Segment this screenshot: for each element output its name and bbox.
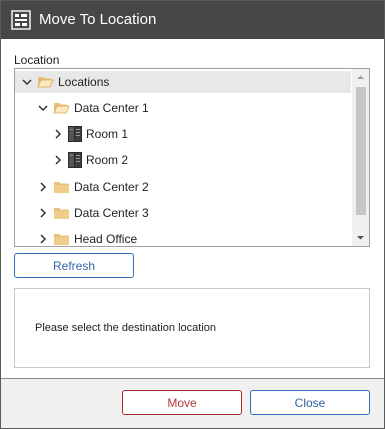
tree-item-head-office[interactable]: Head Office xyxy=(15,228,351,246)
message-panel: Please select the destination location xyxy=(14,288,370,368)
close-button[interactable]: Close xyxy=(250,390,370,415)
folder-icon xyxy=(54,234,69,245)
tree-item-label: Locations xyxy=(58,75,110,89)
chevron-right-icon[interactable] xyxy=(36,206,50,220)
scroll-down-arrow-icon[interactable] xyxy=(352,229,369,246)
title-bar: Move To Location xyxy=(1,1,384,39)
chevron-right-icon[interactable] xyxy=(51,153,65,167)
tree-item-label: Head Office xyxy=(74,232,138,246)
status-message: Please select the destination location xyxy=(35,322,217,334)
server-rack-icon xyxy=(68,152,82,168)
tree-item-room-2[interactable]: Room 2 xyxy=(15,149,351,171)
refresh-button[interactable]: Refresh xyxy=(14,253,134,278)
folder-open-icon xyxy=(53,103,70,114)
move-location-icon xyxy=(11,10,31,30)
chevron-right-icon[interactable] xyxy=(36,180,50,194)
dialog-footer: Move Close xyxy=(1,378,384,428)
tree-item-label: Data Center 3 xyxy=(74,206,149,220)
folder-open-icon xyxy=(37,77,54,88)
chevron-down-icon[interactable] xyxy=(36,101,50,115)
folder-icon xyxy=(54,208,69,219)
tree-item-label: Room 2 xyxy=(86,153,129,167)
chevron-right-icon[interactable] xyxy=(36,232,50,246)
tree-item-locations[interactable]: Locations xyxy=(15,71,351,93)
move-button[interactable]: Move xyxy=(122,390,242,415)
chevron-right-icon[interactable] xyxy=(51,127,65,141)
tree-item-label: Room 1 xyxy=(86,127,129,141)
folder-icon xyxy=(54,182,69,193)
move-to-location-dialog: Move To Location Location Locations Data xyxy=(0,0,385,429)
tree-item-label: Data Center 2 xyxy=(74,180,149,194)
tree-item-data-center-3[interactable]: Data Center 3 xyxy=(15,202,351,224)
tree-item-data-center-2[interactable]: Data Center 2 xyxy=(15,176,351,198)
location-label: Location xyxy=(14,53,60,67)
tree-item-room-1[interactable]: Room 1 xyxy=(15,123,351,145)
chevron-down-icon[interactable] xyxy=(20,75,34,89)
tree-scrollbar[interactable] xyxy=(352,69,369,246)
window-title: Move To Location xyxy=(39,11,157,28)
tree-item-data-center-1[interactable]: Data Center 1 xyxy=(15,97,351,119)
server-rack-icon xyxy=(68,126,82,142)
scrollbar-thumb[interactable] xyxy=(356,87,366,215)
scroll-up-arrow-icon[interactable] xyxy=(352,69,369,86)
location-tree[interactable]: Locations Data Center 1 Room 1 Room 2 Da… xyxy=(14,68,370,247)
tree-item-label: Data Center 1 xyxy=(74,101,149,115)
